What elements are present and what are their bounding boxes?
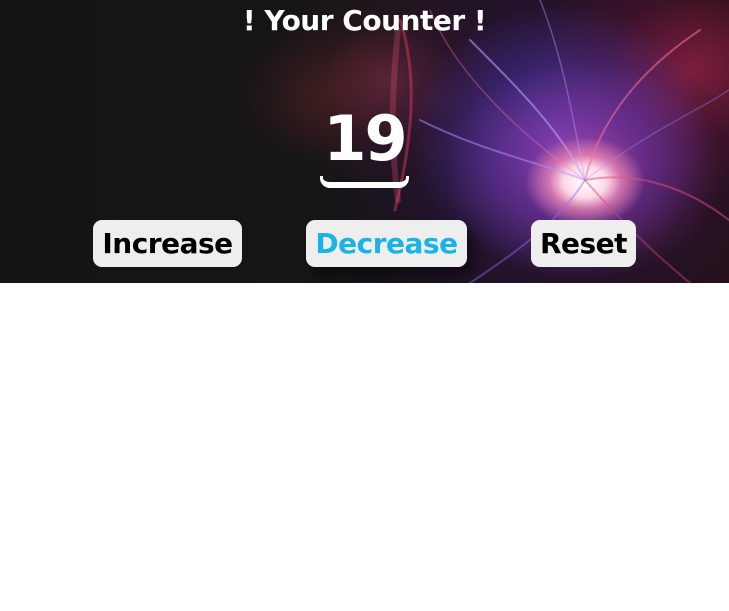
page-title: ! Your Counter ! [242, 4, 487, 37]
decrease-button[interactable]: Decrease [306, 220, 467, 267]
increase-button[interactable]: Increase [93, 220, 242, 267]
hero-banner: ! Your Counter ! 19 Increase Decrease Re… [0, 0, 729, 283]
counter-value: 19 [323, 102, 407, 175]
counter-underline [320, 176, 409, 188]
reset-button[interactable]: Reset [531, 220, 636, 267]
